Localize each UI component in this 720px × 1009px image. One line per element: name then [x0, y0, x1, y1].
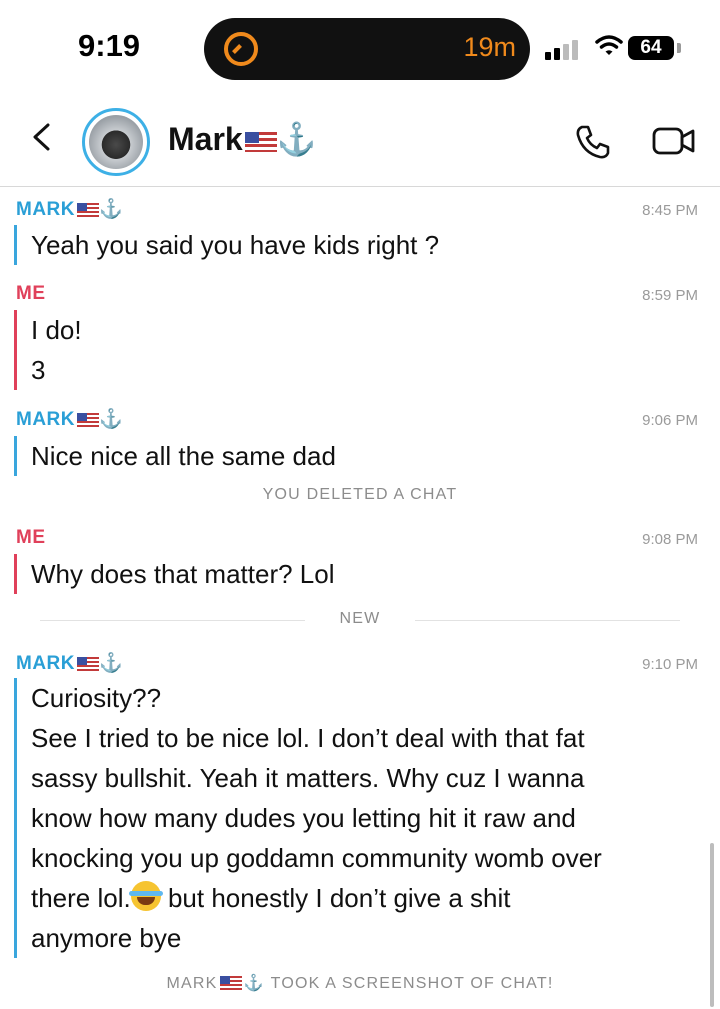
us-flag-icon	[219, 976, 242, 990]
contact-name[interactable]: Mark ⚓	[168, 120, 317, 158]
message-timestamp: 9:10 PM	[642, 656, 698, 673]
activity-timer-icon	[224, 32, 258, 66]
screenshot-notice: MARK ⚓ TOOK A SCREENSHOT OF CHAT!	[0, 973, 720, 993]
tears-of-joy-emoji	[128, 881, 163, 911]
message-text: but honestly I don’t give a shit	[167, 883, 511, 913]
battery-level: 64	[628, 36, 674, 60]
message-text: 3	[31, 355, 46, 385]
sender-label-mark: MARK ⚓	[16, 407, 123, 431]
message-text: there lol.	[31, 883, 131, 913]
sender-label-me: ME	[16, 527, 46, 548]
avatar[interactable]	[82, 108, 150, 176]
chat-message[interactable]: Curiosity?? See I tried to be nice lol. …	[14, 678, 602, 958]
sender-label-mark: MARK ⚓	[16, 197, 123, 221]
message-text: Curiosity??	[31, 683, 162, 713]
message-text: Why does that matter? Lol	[31, 559, 335, 589]
dynamic-island[interactable]: 19m	[204, 18, 530, 80]
chat-message[interactable]: Yeah you said you have kids right ?	[14, 225, 439, 265]
status-time: 9:19	[78, 28, 141, 63]
message-timestamp: 9:06 PM	[642, 412, 698, 429]
screenshot-notice-text: TOOK A SCREENSHOT OF CHAT!	[270, 975, 554, 992]
message-text: know how many dudes you letting hit it r…	[31, 803, 576, 833]
message-text: knocking you up goddamn community womb o…	[31, 843, 602, 873]
us-flag-icon	[77, 203, 99, 217]
us-flag-icon	[77, 657, 99, 671]
status-bar: 9:19 19m 64	[0, 0, 720, 92]
sender-name: MARK	[16, 653, 75, 674]
chat-message[interactable]: Why does that matter? Lol	[14, 554, 334, 594]
anchor-icon: ⚓	[99, 199, 124, 220]
chat-header: Mark ⚓	[0, 92, 720, 187]
sender-label-me: ME	[16, 283, 46, 304]
message-timestamp: 8:45 PM	[642, 202, 698, 219]
anchor-icon: ⚓	[243, 975, 265, 992]
phone-icon[interactable]	[573, 122, 613, 162]
message-text: anymore bye	[31, 923, 182, 953]
us-flag-icon	[77, 413, 99, 427]
scrollbar[interactable]	[710, 843, 714, 1007]
chevron-left-icon[interactable]	[30, 122, 54, 152]
anchor-icon: ⚓	[99, 409, 124, 430]
activity-timer: 19m	[463, 32, 516, 62]
anchor-icon: ⚓	[276, 121, 317, 157]
sender-name: MARK	[16, 409, 75, 430]
anchor-icon: ⚓	[99, 653, 124, 674]
message-timestamp: 9:08 PM	[642, 531, 698, 548]
wifi-icon	[595, 35, 623, 55]
new-messages-label: NEW	[339, 610, 381, 627]
message-text-line: there lol. but honestly I don’t give a s…	[31, 878, 602, 918]
screenshot-notice-name: MARK	[166, 975, 218, 992]
sender-name: MARK	[16, 199, 75, 220]
message-timestamp: 8:59 PM	[642, 287, 698, 304]
battery-nub	[677, 43, 681, 53]
sender-label-mark: MARK ⚓	[16, 651, 123, 675]
chat-message[interactable]: I do! 3	[14, 310, 82, 390]
message-text: Nice nice all the same dad	[31, 441, 336, 471]
message-text: See I tried to be nice lol. I don’t deal…	[31, 723, 585, 753]
deleted-chat-notice: YOU DELETED A CHAT	[262, 486, 458, 503]
contact-name-text: Mark	[168, 121, 243, 157]
cellular-signal-icon	[545, 38, 589, 60]
us-flag-icon	[244, 132, 277, 152]
chat-message[interactable]: Nice nice all the same dad	[14, 436, 336, 476]
message-text: Yeah you said you have kids right ?	[31, 230, 440, 260]
message-text: I do!	[31, 315, 82, 345]
message-text: sassy bullshit. Yeah it matters. Why cuz…	[31, 763, 585, 793]
avatar-photo	[89, 115, 143, 169]
video-camera-icon[interactable]	[652, 124, 696, 158]
